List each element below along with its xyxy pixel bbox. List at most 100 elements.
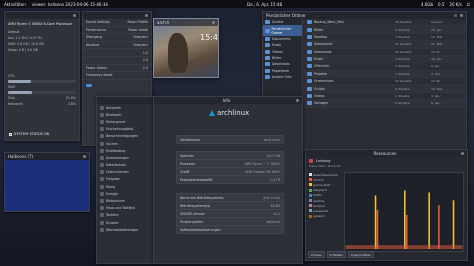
menu-item[interactable]: Maus und Tastfeld [97,205,153,212]
titlebar[interactable]: Persönlicher Ordner [263,12,466,19]
file-name: Dokumente [314,42,333,47]
menu-item[interactable]: Netzwerk [97,104,153,111]
info-row[interactable]: Prozessor AMD Ryzen™ 5 3600X [177,160,283,168]
lockscreen-preview[interactable]: arch-li 15:49 [153,18,219,78]
close-icon[interactable] [83,155,86,158]
menu-item[interactable]: Drucker [97,219,153,226]
titlebar[interactable] [97,97,153,104]
sidebar-item[interactable]: Persönlicher Ordner [263,25,302,36]
close-icon[interactable] [212,21,215,24]
action-button[interactable]: Schließen [326,251,347,258]
setting-row[interactable]: 2.5 [83,57,151,65]
file-row[interactable]: Screenshots 52 Objekte 15:46 [304,78,466,86]
setting-value: 2.0 [142,65,148,70]
setting-row[interactable]: Abstand Frequenz [83,42,151,50]
close-icon[interactable] [460,14,463,17]
info-row[interactable]: Gerätename arch-linux [177,136,283,143]
legend-item[interactable]: Gesamtverbrauch [308,172,342,177]
system-tray[interactable]: 4.6Gb 0.5 20 K/s ⏻ [421,2,470,7]
info-value: Wayland [266,219,280,224]
titlebar[interactable]: Halbsens (T) [5,153,89,160]
power-icon[interactable]: ⏻ [467,2,470,7]
menu-item[interactable]: Anwendungen [97,154,153,161]
info-row[interactable]: Festplattenkapazität 1,0 TB [177,176,283,183]
app-menu[interactable]: viewer: hallsens 2023-04-06 15-46-34 [32,2,108,7]
titlebar[interactable]: Info [154,97,302,104]
info-row[interactable]: Fenstersystem Wayland [177,218,283,226]
menu-item[interactable]: Wechseldatenträger [97,226,153,233]
info-label: Grafik [180,169,190,174]
window-title: Info [222,98,231,103]
setting-row[interactable]: Power Status 2.0 [83,65,151,73]
settings-sidebar: Netzwerk Bluetooth Hintergrund Erscheinungs… [96,96,154,264]
close-icon[interactable] [461,152,464,155]
info-row[interactable]: GNOME-Version 44.0 [177,210,283,218]
menu-item[interactable]: Freigabe [97,176,153,183]
setting-row[interactable]: Sound settings Power Profile [83,19,151,27]
menu-item[interactable]: Bluetooth [97,111,153,118]
net-label: Netzwerk [8,102,23,106]
close-icon[interactable] [145,14,148,17]
file-name: Scripts [314,86,325,91]
menu-item[interactable]: Datenschutz [97,162,153,169]
folder-icon [265,43,270,48]
info-row[interactable]: Grafik AMD Radeon RX 6600 [177,168,283,176]
file-row[interactable]: Bilder 9 Objekte 25. Jan. [304,26,466,34]
file-row[interactable]: Öffentlich 0 Objekte 6. Jan. [304,63,466,71]
titlebar[interactable]: arch-li [154,19,218,26]
device-name-box[interactable]: Gerätename arch-linux [176,135,284,144]
close-icon[interactable] [73,14,76,17]
file-row[interactable]: Videos 2 Objekte 3. Jan. [304,93,466,101]
menu-item[interactable]: Erscheinungsbild [97,126,153,133]
file-name: Musik [314,57,324,62]
info-value: 16,0 GiB [266,153,280,158]
file-size: 6 Objekte [395,86,410,91]
menu-item[interactable]: Energie [97,190,153,197]
file-row[interactable]: Projekte 7 Objekte 2. Apr. [304,70,466,78]
action-button[interactable]: Prozess [308,251,325,258]
titlebar[interactable] [5,12,79,19]
legend-item[interactable]: systemd [308,214,342,219]
activities-button[interactable]: Aktivitäten [4,2,26,7]
info-row[interactable]: Betriebssystemtyp 64-Bit [177,202,283,210]
menu-item-label: Freigabe [106,177,120,182]
menu-item[interactable]: Hintergrund [97,118,153,125]
info-label: Speicher [180,153,194,158]
action-button[interactable]: Eigenschaften [348,251,374,258]
clock[interactable]: Do., 6. Apr. 15:48 [247,2,282,7]
file-row[interactable]: Downloads 25 Objekte 15:44 [304,49,466,56]
sidebar-item[interactable]: Andere Orte [263,74,302,80]
menu-item[interactable]: Multitasking [97,147,153,154]
info-row[interactable]: Speicher 16,0 GiB [177,152,283,160]
file-row[interactable]: Vorlagen 0 Objekte 6. Jan. [304,100,466,108]
menu-item[interactable]: Bildschirme [97,197,153,204]
menu-item[interactable]: Suchen [97,140,153,147]
legend-swatch [309,178,312,182]
info-row[interactable]: Softwareaktualisierungen [177,226,283,233]
setting-row[interactable]: Frequency Boost [83,72,151,80]
minimize-icon[interactable] [454,14,457,17]
info-row[interactable]: Name des Betriebssystems Arch Linux [177,194,283,202]
setting-row[interactable]: Übergang Frequenz [83,34,151,42]
menu-item[interactable]: Benachrichtigungen [97,133,153,140]
menu-item[interactable]: Klang [97,183,153,190]
titlebar[interactable]: Ressourcen [306,150,467,157]
file-row[interactable]: Backup_Work_Utils 18 Objekte Gestern [304,19,466,27]
file-size: 2 Objekte [395,93,410,98]
boost-toggle[interactable] [86,83,92,87]
file-row[interactable]: Scripts 6 Objekte 10. Feb. [304,85,466,93]
legend-swatch [309,173,312,177]
menu-item[interactable]: Tastatur [97,212,153,219]
titlebar[interactable] [83,12,151,19]
file-row[interactable]: Desktop 4 Objekte 12. Mär. [304,34,466,42]
close-icon[interactable] [295,99,299,102]
menu-item[interactable]: Online-Konten [97,169,153,176]
file-name: Screenshots [314,79,334,84]
setting-row[interactable]: 1.0 [83,49,151,57]
file-row[interactable]: Musik 3 Objekte 30. Jan. [304,55,466,64]
folder-icon [265,75,270,80]
file-size: 0 Objekte [395,64,410,69]
file-row[interactable]: Dokumente 11 Objekte 21. Mär. [304,41,466,49]
tab-performance[interactable]: Leistung [306,157,467,164]
setting-row[interactable]: Performance Power mode [83,27,151,35]
